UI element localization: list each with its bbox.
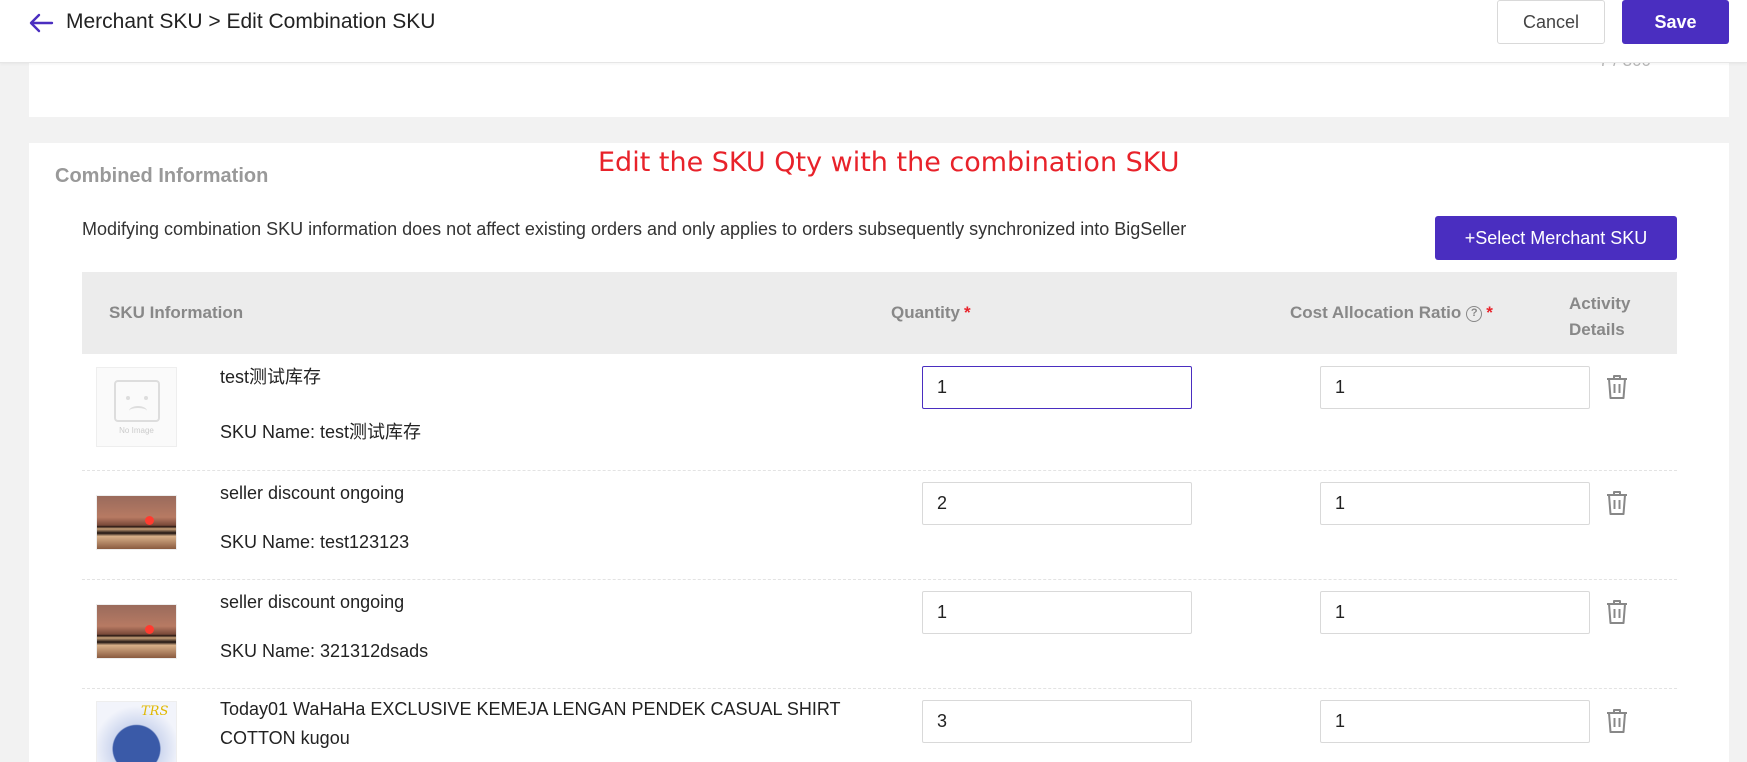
- required-mark: *: [1486, 303, 1493, 322]
- sun-shape: [145, 625, 154, 634]
- table-header: SKU Information Quantity * Cost Allocatio…: [82, 272, 1677, 354]
- sku-title: seller discount ongoing: [220, 592, 405, 612]
- sku-name: SKU Name: test测试库存: [220, 422, 422, 442]
- row-divider: [82, 688, 1677, 689]
- combined-info-card: Combined Information Edit the SKU Qty wi…: [29, 143, 1729, 762]
- column-header-activity-details: Activity Details: [1569, 294, 1631, 339]
- no-image-placeholder: No Image: [96, 367, 177, 447]
- product-image: [96, 604, 177, 659]
- trash-icon[interactable]: [1605, 374, 1629, 400]
- cost-ratio-input[interactable]: [1320, 591, 1590, 634]
- trash-icon[interactable]: [1605, 708, 1629, 734]
- column-header-quantity: Quantity *: [891, 303, 971, 323]
- basic-info-card: 7 / 300: [29, 51, 1729, 117]
- no-image-icon: [113, 379, 160, 422]
- quantity-header-label: Quantity: [891, 303, 960, 322]
- cost-ratio-input[interactable]: [1320, 482, 1590, 525]
- required-mark: *: [963, 303, 971, 322]
- arrow-left-icon[interactable]: [28, 12, 54, 34]
- trash-icon[interactable]: [1605, 599, 1629, 625]
- product-image: TRS: [96, 701, 177, 762]
- select-merchant-sku-label: Select Merchant SKU: [1475, 227, 1648, 248]
- sun-shape: [145, 516, 154, 525]
- sku-name: SKU Name: test123123: [220, 532, 410, 552]
- quantity-input[interactable]: [922, 482, 1192, 525]
- cost-ratio-input[interactable]: [1320, 700, 1590, 743]
- top-bar: Merchant SKU > Edit Combination SKU Canc…: [0, 0, 1747, 63]
- quantity-input[interactable]: [922, 366, 1192, 409]
- save-button[interactable]: Save: [1622, 0, 1729, 44]
- section-title: Combined Information: [55, 165, 269, 187]
- page-title: Merchant SKU > Edit Combination SKU: [66, 10, 436, 33]
- cancel-button[interactable]: Cancel: [1497, 0, 1605, 44]
- column-header-cost-ratio: Cost Allocation Ratio? *: [1290, 303, 1493, 323]
- brand-logo: TRS: [141, 704, 169, 719]
- cost-ratio-input[interactable]: [1320, 366, 1590, 409]
- sku-name: SKU Name: 321312dsads: [220, 641, 429, 661]
- annotation-text: Edit the SKU Qty with the combination SK…: [598, 147, 1180, 178]
- row-divider: [82, 579, 1677, 580]
- column-header-sku-info: SKU Information: [109, 303, 244, 322]
- product-image: [96, 495, 177, 550]
- cost-ratio-header-label: Cost Allocation Ratio: [1290, 303, 1462, 322]
- quantity-input[interactable]: [922, 700, 1192, 743]
- trash-icon[interactable]: [1605, 490, 1629, 516]
- quantity-input[interactable]: [922, 591, 1192, 634]
- select-merchant-sku-button[interactable]: +Select Merchant SKU: [1435, 216, 1677, 260]
- combination-notice: Modifying combination SKU information do…: [82, 219, 1187, 239]
- sku-title: test测试库存: [220, 367, 322, 387]
- no-image-label: No Image: [119, 425, 154, 435]
- row-divider: [82, 470, 1677, 471]
- help-icon[interactable]: ?: [1466, 305, 1483, 322]
- plus-icon: +: [1464, 227, 1476, 248]
- sku-title: seller discount ongoing: [220, 483, 405, 503]
- sku-title: Today01 WaHaHa EXCLUSIVE KEMEJA LENGAN P…: [220, 699, 841, 748]
